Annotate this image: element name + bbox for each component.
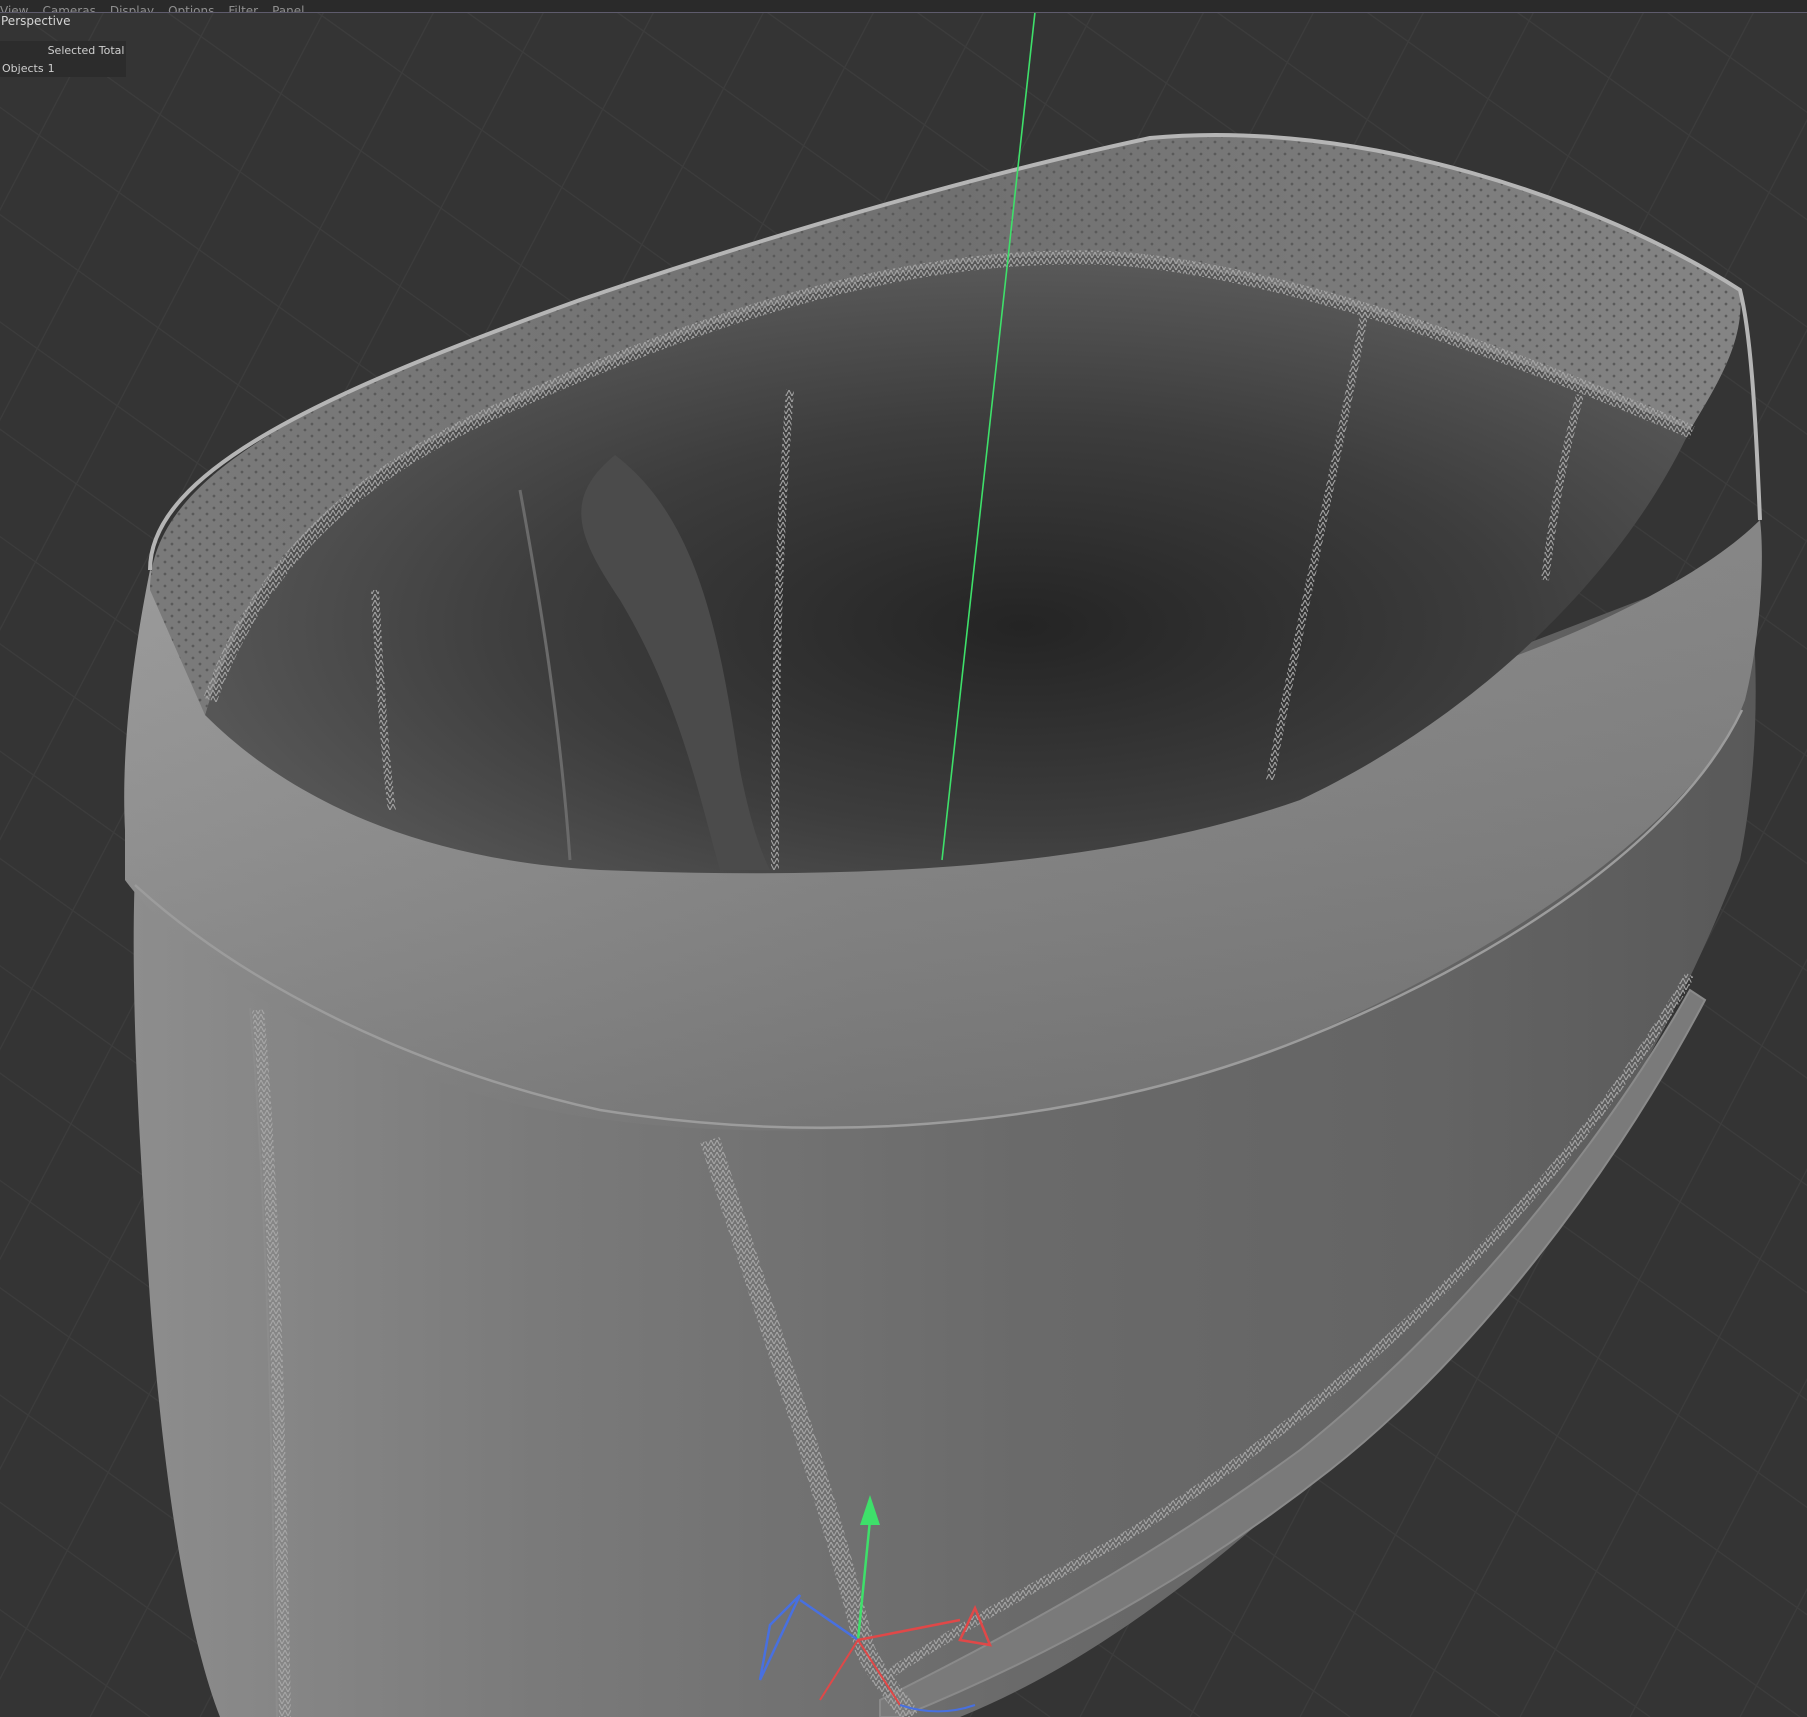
info-row-objects: Objects 1 (0, 59, 126, 77)
perspective-viewport[interactable]: View Cameras Display Options Filter Pane… (0, 0, 1807, 1717)
menu-view[interactable]: View (0, 5, 28, 12)
menu-display[interactable]: Display (110, 5, 154, 12)
menu-panel[interactable]: Panel (272, 5, 304, 12)
info-header-selected-total: Selected Total (47, 43, 125, 57)
info-row-label: Objects (2, 61, 44, 75)
view-name-label: Perspective (1, 14, 71, 28)
selection-info-panel: Selected Total Objects 1 (0, 41, 127, 77)
info-header-row: Selected Total (0, 41, 126, 59)
viewport-scene[interactable] (0, 0, 1807, 1717)
viewport-menubar: View Cameras Display Options Filter Pane… (0, 0, 1807, 13)
info-row-value: 1 (47, 61, 55, 75)
menu-options[interactable]: Options (168, 5, 214, 12)
menu-filter[interactable]: Filter (228, 5, 258, 12)
grid-line (0, 0, 111, 212)
info-header-blank (0, 41, 46, 59)
menu-cameras[interactable]: Cameras (42, 5, 95, 12)
